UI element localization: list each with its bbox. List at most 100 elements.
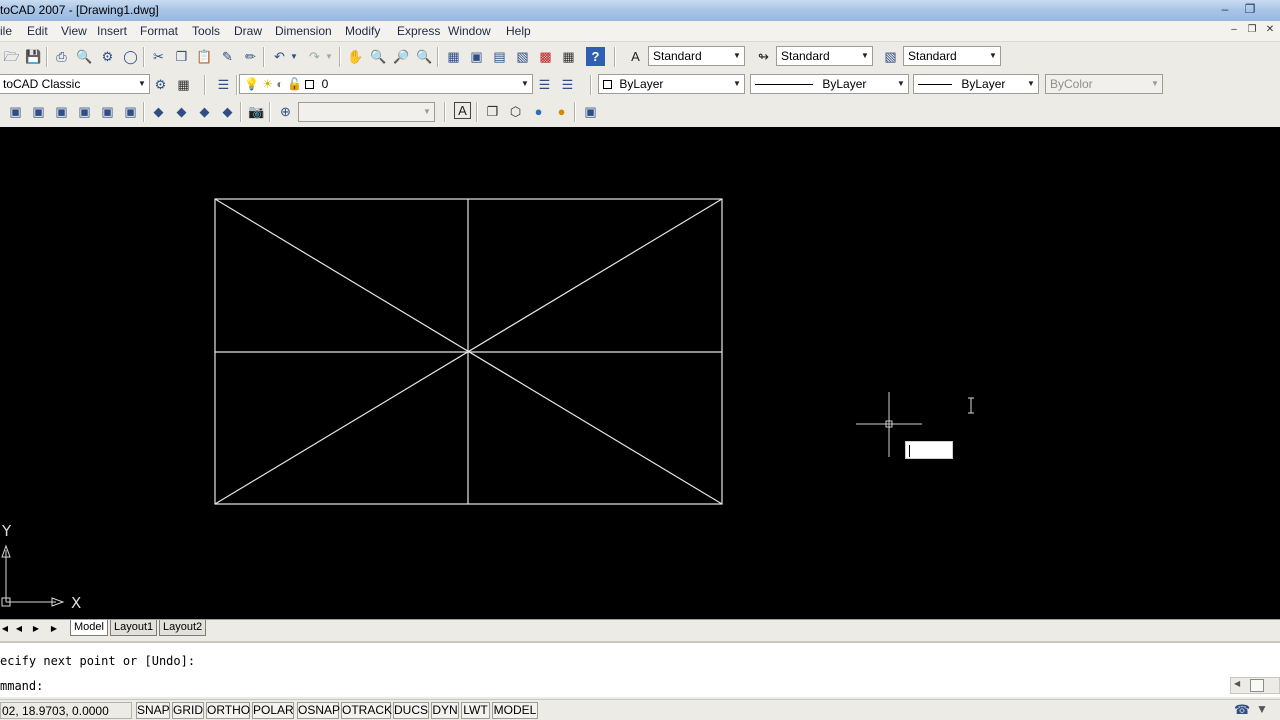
- menu-draw[interactable]: Draw: [234, 24, 262, 38]
- camera-icon[interactable]: 📷: [247, 102, 266, 121]
- help-icon[interactable]: ?: [586, 47, 605, 66]
- right-view-icon[interactable]: ▣: [75, 102, 94, 121]
- qnew-icon[interactable]: 🗁: [2, 47, 21, 66]
- ortho-toggle[interactable]: ORTHO: [206, 702, 250, 719]
- undo-icon[interactable]: ↶: [270, 47, 289, 66]
- menu-edit[interactable]: Edit: [27, 24, 48, 38]
- doc-close-icon[interactable]: ✕: [1262, 22, 1278, 38]
- next-tab-icon[interactable]: ▶: [28, 621, 44, 636]
- coordinate-readout[interactable]: 02, 18.9703, 0.0000: [0, 702, 132, 719]
- properties-icon[interactable]: ▦: [444, 47, 463, 66]
- menu-window[interactable]: Window: [448, 24, 491, 38]
- ducs-toggle[interactable]: DUCS: [393, 702, 429, 719]
- tool-palettes-icon[interactable]: ▤: [490, 47, 509, 66]
- publish-web-icon[interactable]: ◯: [121, 47, 140, 66]
- text-style-icon[interactable]: A: [626, 47, 645, 66]
- sw-iso-view-icon[interactable]: ◆: [149, 102, 168, 121]
- restore-icon[interactable]: ❐: [1239, 1, 1261, 18]
- workspace-save-icon[interactable]: ▦: [174, 75, 193, 94]
- linetype-select[interactable]: ByLayer ▼: [750, 74, 909, 94]
- model-toggle[interactable]: MODEL: [492, 702, 538, 719]
- tab-layout2[interactable]: Layout2: [159, 620, 207, 636]
- text-style-select[interactable]: Standard ▼: [648, 46, 745, 66]
- workspace-settings-icon[interactable]: ⚙: [151, 75, 170, 94]
- command-prompt[interactable]: mmand:: [0, 679, 43, 693]
- box-icon[interactable]: ❐: [483, 102, 502, 121]
- menu-dimension[interactable]: Dimension: [275, 24, 332, 38]
- communication-center-icon[interactable]: ☎: [1234, 702, 1250, 718]
- zoom-previous-icon[interactable]: 🔍: [415, 47, 434, 66]
- menu-express[interactable]: Express: [397, 24, 440, 38]
- ucs-icon[interactable]: ▣: [581, 102, 600, 121]
- zoom-window-icon[interactable]: 🔎: [392, 47, 411, 66]
- pan-icon[interactable]: ✋: [346, 47, 365, 66]
- menu-help[interactable]: Help: [506, 24, 531, 38]
- redo-icon[interactable]: ↷: [305, 47, 324, 66]
- plot-preview-icon[interactable]: 🔍: [75, 47, 94, 66]
- markup-icon[interactable]: ▩: [536, 47, 555, 66]
- undo-dropdown-icon[interactable]: ▼: [289, 47, 299, 66]
- status-menu-icon[interactable]: ▼: [1256, 702, 1268, 716]
- calculator-icon[interactable]: ▦: [559, 47, 578, 66]
- paste-icon[interactable]: 📋: [195, 47, 214, 66]
- dynamic-input-box[interactable]: [905, 441, 953, 459]
- bottom-view-icon[interactable]: ▣: [29, 102, 48, 121]
- otrack-toggle[interactable]: OTRACK: [341, 702, 392, 719]
- drawing-area[interactable]: Y X: [0, 127, 1280, 619]
- workspace-select[interactable]: toCAD Classic ▼: [0, 74, 150, 94]
- left-view-icon[interactable]: ▣: [52, 102, 71, 121]
- ne-iso-view-icon[interactable]: ◆: [195, 102, 214, 121]
- table-style-icon[interactable]: ▧: [881, 47, 900, 66]
- command-scrollbar[interactable]: ◀: [1230, 677, 1280, 694]
- table-style-select[interactable]: Standard ▼: [903, 46, 1001, 66]
- menu-insert[interactable]: Insert: [97, 24, 127, 38]
- command-window[interactable]: ecify next point or [Undo]: mmand: ◀: [0, 641, 1280, 697]
- named-views-icon[interactable]: ⊕: [276, 102, 295, 121]
- publish-icon[interactable]: ⚙: [98, 47, 117, 66]
- front-view-icon[interactable]: ▣: [98, 102, 117, 121]
- minimize-icon[interactable]: –: [1214, 1, 1236, 18]
- plot-icon[interactable]: ⎙: [52, 47, 71, 66]
- polar-toggle[interactable]: POLAR: [252, 702, 294, 719]
- doc-restore-icon[interactable]: ❐: [1244, 22, 1260, 38]
- last-tab-icon[interactable]: ▶: [46, 621, 62, 636]
- snap-toggle[interactable]: SNAP: [136, 702, 170, 719]
- wedge-icon[interactable]: ⬡: [506, 102, 525, 121]
- tab-layout1[interactable]: Layout1: [110, 620, 158, 636]
- osnap-toggle[interactable]: OSNAP: [297, 702, 340, 719]
- layer-select[interactable]: 💡 ☀ ◐ 🔓 0 ▼: [239, 74, 533, 94]
- text-tool-icon[interactable]: A: [454, 102, 471, 119]
- scroll-left-icon[interactable]: ◀: [1234, 679, 1240, 688]
- tab-model[interactable]: Model: [70, 620, 108, 636]
- menu-file[interactable]: ile: [0, 24, 12, 38]
- copy-icon[interactable]: ❐: [172, 47, 191, 66]
- grid-toggle[interactable]: GRID: [172, 702, 204, 719]
- doc-minimize-icon[interactable]: –: [1226, 22, 1242, 38]
- cut-icon[interactable]: ✂: [149, 47, 168, 66]
- back-view-icon[interactable]: ▣: [121, 102, 140, 121]
- sheet-set-icon[interactable]: ▧: [513, 47, 532, 66]
- se-iso-view-icon[interactable]: ◆: [172, 102, 191, 121]
- top-view-icon[interactable]: ▣: [6, 102, 25, 121]
- redo-dropdown-icon[interactable]: ▼: [324, 47, 334, 66]
- zoom-realtime-icon[interactable]: 🔍: [369, 47, 388, 66]
- dyn-toggle[interactable]: DYN: [431, 702, 459, 719]
- visual-style-icon[interactable]: ●: [529, 102, 548, 121]
- menu-modify[interactable]: Modify: [345, 24, 380, 38]
- menu-tools[interactable]: Tools: [192, 24, 220, 38]
- scroll-thumb[interactable]: [1250, 679, 1264, 692]
- menu-view[interactable]: View: [61, 24, 87, 38]
- menu-format[interactable]: Format: [140, 24, 178, 38]
- color-select[interactable]: ByLayer ▼: [598, 74, 745, 94]
- dim-style-select[interactable]: Standard ▼: [776, 46, 873, 66]
- block-editor-icon[interactable]: ✏: [241, 47, 260, 66]
- nw-iso-view-icon[interactable]: ◆: [218, 102, 237, 121]
- lineweight-select[interactable]: ByLayer ▼: [913, 74, 1039, 94]
- layer-properties-icon[interactable]: ☰: [214, 75, 233, 94]
- previous-tab-icon[interactable]: ◀: [11, 621, 27, 636]
- design-center-icon[interactable]: ▣: [467, 47, 486, 66]
- layer-previous-icon[interactable]: ☰: [558, 75, 577, 94]
- dim-style-icon[interactable]: ↬: [754, 47, 773, 66]
- make-layer-current-icon[interactable]: ☰: [535, 75, 554, 94]
- match-properties-icon[interactable]: ✎: [218, 47, 237, 66]
